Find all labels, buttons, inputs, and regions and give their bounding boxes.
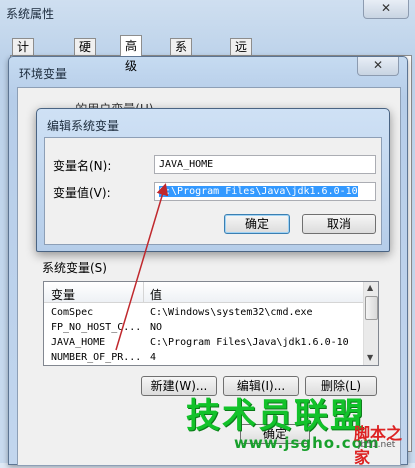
brand-watermark-sub: jb51.net xyxy=(358,440,396,450)
tab-advanced[interactable]: 高级 xyxy=(120,35,143,73)
watermark-logo: 技术员联盟 xyxy=(186,396,366,436)
